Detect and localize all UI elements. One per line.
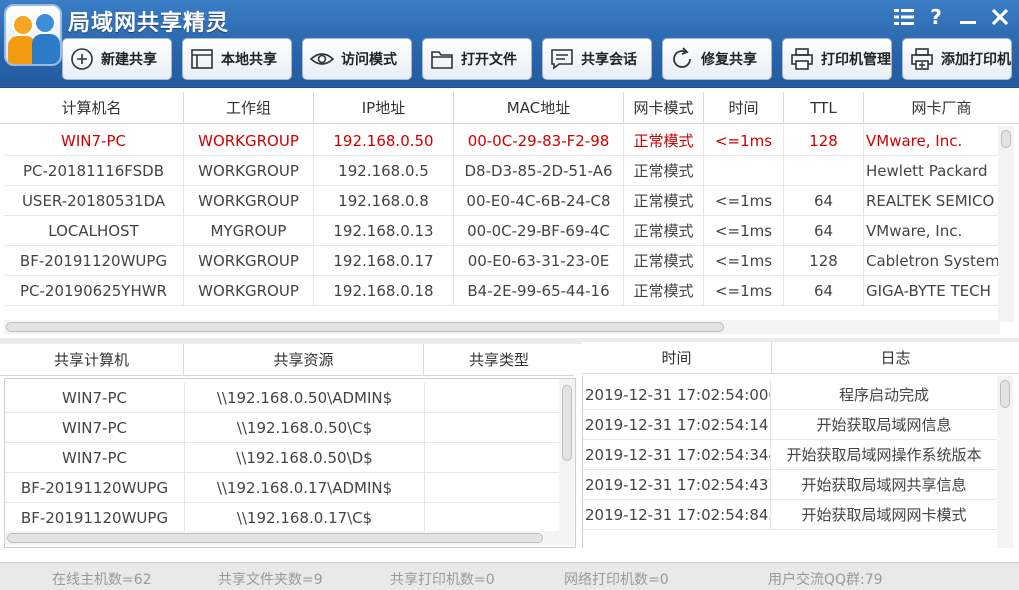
list-item[interactable]: 2019-12-31 17:02:54:344 开始获取局域网操作系统版本 [583, 440, 997, 470]
window-icon [189, 46, 215, 72]
eye-icon [309, 46, 335, 72]
table-row[interactable]: BF-20191120WUPG \\192.168.0.17\C$ [5, 503, 559, 533]
shares-horizontal-scrollbar[interactable] [5, 531, 575, 545]
status-bar: 在线主机数=62 共享文件夹数=9 共享打印机数=0 网络打印机数=0 用户交流… [0, 562, 1019, 590]
col-mac[interactable]: MAC地址 [454, 92, 624, 123]
col-ip[interactable]: IP地址 [314, 92, 454, 123]
app-title: 局域网共享精灵 [68, 11, 230, 36]
list-item[interactable]: 2019-12-31 17:02:54:000 程序启动完成 [583, 380, 997, 410]
repair-share-button[interactable]: 修复共享 [662, 38, 772, 80]
table-row[interactable]: WIN7-PC \\192.168.0.50\D$ [5, 443, 559, 473]
refresh-icon [669, 46, 695, 72]
table-row[interactable]: USER-20180531DA WORKGROUP 192.168.0.8 00… [4, 186, 1000, 216]
close-icon[interactable] [989, 6, 1011, 28]
shares-table: WIN7-PC \\192.168.0.50\ADMIN$ WIN7-PC \\… [4, 378, 576, 548]
online-hosts-count: 在线主机数=62 [52, 572, 152, 588]
access-mode-button[interactable]: 访问模式 [302, 38, 412, 80]
col-log-message[interactable]: 日志 [772, 342, 1019, 373]
list-item[interactable]: 2019-12-31 17:02:54:141 开始获取局域网信息 [583, 410, 997, 440]
shares-vertical-scrollbar[interactable] [559, 379, 575, 531]
title-bar: 局域网共享精灵 ? 新建共享 本地共享 访问模式 打开文件 共享会话 修复共享 … [0, 0, 1019, 88]
network-printers-count: 网络打印机数=0 [564, 572, 669, 588]
hosts-table: WIN7-PC WORKGROUP 192.168.0.50 00-0C-29-… [4, 126, 1016, 340]
table-row[interactable]: BF-20191120WUPG \\192.168.0.17\ADMIN$ [5, 473, 559, 503]
col-share-type[interactable]: 共享类型 [424, 344, 574, 375]
help-icon[interactable]: ? [925, 5, 947, 29]
col-log-time[interactable]: 时间 [582, 342, 772, 373]
shared-printers-count: 共享打印机数=0 [390, 572, 495, 588]
minimize-icon[interactable] [957, 6, 979, 28]
share-session-button[interactable]: 共享会话 [542, 38, 652, 80]
open-file-button[interactable]: 打开文件 [422, 38, 532, 80]
qq-group-link[interactable]: 用户交流QQ群:79 [768, 569, 883, 589]
col-time[interactable]: 时间 [704, 92, 784, 123]
new-share-button[interactable]: 新建共享 [62, 38, 172, 80]
printer-add-icon [909, 46, 935, 72]
col-ttl[interactable]: TTL [784, 92, 864, 123]
col-share-resource[interactable]: 共享资源 [184, 344, 424, 375]
local-share-button[interactable]: 本地共享 [182, 38, 292, 80]
printer-manage-button[interactable]: 打印机管理 [782, 38, 892, 80]
chat-icon [549, 46, 575, 72]
table-row[interactable]: WIN7-PC WORKGROUP 192.168.0.50 00-0C-29-… [4, 126, 1000, 156]
table-row[interactable]: LOCALHOST MYGROUP 192.168.0.13 00-0C-29-… [4, 216, 1000, 246]
menu-icon[interactable] [893, 6, 915, 28]
log-table: 2019-12-31 17:02:54:000 程序启动完成 2019-12-3… [582, 376, 1016, 548]
hosts-vertical-scrollbar[interactable] [998, 126, 1014, 322]
list-item[interactable]: 2019-12-31 17:02:54:437 开始获取局域网共享信息 [583, 470, 997, 500]
app-logo-icon [4, 4, 62, 66]
add-printer-button[interactable]: 添加打印机 [902, 38, 1012, 80]
hosts-horizontal-scrollbar[interactable] [4, 320, 1000, 334]
toolbar: 新建共享 本地共享 访问模式 打开文件 共享会话 修复共享 打印机管理 添加打印… [62, 38, 1012, 80]
table-row[interactable]: PC-20190625YHWR WORKGROUP 192.168.0.18 B… [4, 276, 1000, 306]
log-table-header: 时间 日志 [582, 342, 1019, 374]
plus-circle-icon [69, 46, 95, 72]
hosts-table-header: 计算机名 工作组 IP地址 MAC地址 网卡模式 时间 TTL 网卡厂商 [0, 92, 1019, 124]
table-row[interactable]: WIN7-PC \\192.168.0.50\ADMIN$ [5, 383, 559, 413]
col-share-computer[interactable]: 共享计算机 [0, 344, 184, 375]
folder-icon [429, 46, 455, 72]
printer-icon [789, 46, 815, 72]
shares-table-header: 共享计算机 共享资源 共享类型 [0, 344, 574, 376]
col-nic-mode[interactable]: 网卡模式 [624, 92, 704, 123]
list-item[interactable]: 2019-12-31 17:02:54:843 开始获取局域网网卡模式 [583, 500, 997, 530]
table-row[interactable]: WIN7-PC \\192.168.0.50\C$ [5, 413, 559, 443]
shared-folders-count: 共享文件夹数=9 [218, 572, 323, 588]
table-row[interactable]: PC-20181116FSDB WORKGROUP 192.168.0.5 D8… [4, 156, 1000, 186]
col-workgroup[interactable]: 工作组 [184, 92, 314, 123]
col-computer-name[interactable]: 计算机名 [0, 92, 184, 123]
col-vendor[interactable]: 网卡厂商 [864, 92, 1019, 123]
log-vertical-scrollbar[interactable] [997, 376, 1013, 548]
table-row[interactable]: BF-20191120WUPG WORKGROUP 192.168.0.17 0… [4, 246, 1000, 276]
